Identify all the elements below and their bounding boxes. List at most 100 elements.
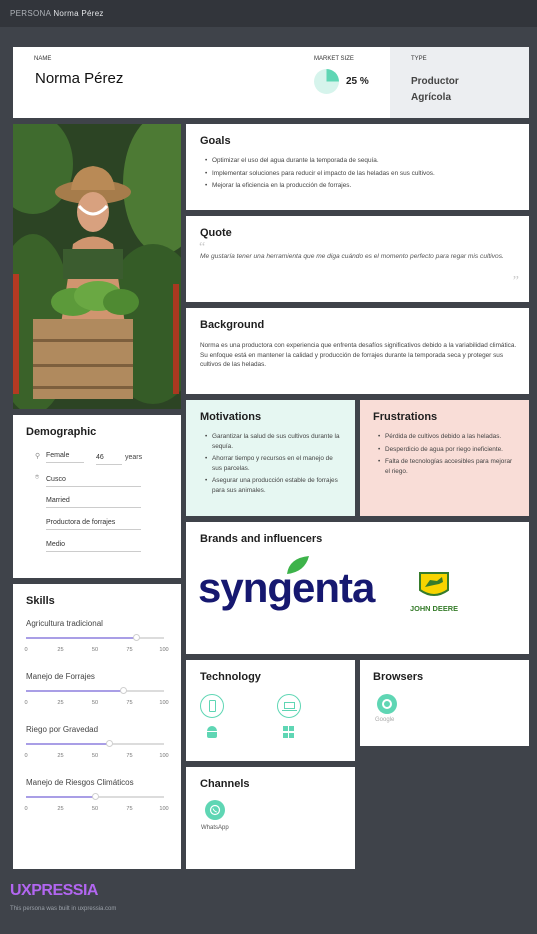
skill-tick-label: 100 bbox=[159, 647, 169, 653]
skills-title: Skills bbox=[26, 595, 55, 607]
skill-tick-label: 0 bbox=[24, 806, 28, 812]
farmer-photo-illustration bbox=[13, 124, 181, 409]
frustrations-card: Frustrations Pérdida de cultivos debido … bbox=[360, 400, 529, 516]
john-deere-logo[interactable]: JOHN DEERE bbox=[398, 558, 470, 620]
skill-label: Riego por Gravedad bbox=[26, 725, 99, 734]
type-panel: TYPE Productor Agrícola bbox=[390, 47, 529, 118]
skill-tick-label: 25 bbox=[57, 700, 64, 706]
age-unit: years bbox=[125, 454, 143, 461]
skill-tick-label: 25 bbox=[57, 753, 64, 759]
channels-card: Channels WhatsApp bbox=[186, 767, 355, 869]
skill-label: Manejo de Riesgos Climáticos bbox=[26, 778, 134, 787]
skill-slider-handle[interactable] bbox=[105, 740, 113, 747]
persona-full-name[interactable]: Norma Pérez bbox=[35, 70, 123, 87]
skill-tick-label: 75 bbox=[126, 753, 133, 759]
close-quote-icon: ” bbox=[512, 274, 519, 289]
uxpressia-logo[interactable]: UXPRESSIA bbox=[10, 882, 98, 900]
motivations-list: Garantizar la salud de sus cultivos dura… bbox=[202, 432, 342, 499]
browser-label: Google bbox=[375, 717, 395, 723]
type-value-line1: Productor bbox=[411, 76, 459, 87]
demographic-title: Demographic bbox=[26, 426, 97, 438]
type-value-line2: Agrícola bbox=[411, 92, 452, 103]
skill-tick-label: 100 bbox=[159, 753, 169, 759]
gender-icon: ⚲ bbox=[35, 453, 41, 460]
technology-card: Technology bbox=[186, 660, 355, 761]
location-field[interactable]: Cusco bbox=[46, 476, 141, 487]
skill-tick-label: 25 bbox=[57, 806, 64, 812]
market-size-value: 25 % bbox=[346, 76, 369, 87]
name-label: NAME bbox=[34, 56, 52, 62]
skill-slider[interactable] bbox=[26, 793, 164, 800]
skill-slider[interactable] bbox=[26, 687, 164, 694]
syngenta-logo[interactable]: syngenta bbox=[198, 554, 393, 616]
market-size-label: MARKET SIZE bbox=[314, 56, 354, 62]
brands-title: Brands and influencers bbox=[200, 533, 323, 545]
skill-slider[interactable] bbox=[26, 740, 164, 747]
skill-tick-label: 50 bbox=[91, 753, 99, 759]
income-field[interactable]: Medio bbox=[46, 541, 141, 552]
skill-slider-handle[interactable] bbox=[119, 687, 127, 694]
browsers-card: Browsers Google bbox=[360, 660, 529, 746]
skill-tick-label: 50 bbox=[91, 647, 99, 653]
footer-note[interactable]: This persona was built in uxpressia.com bbox=[10, 906, 116, 912]
age-field[interactable]: 46 bbox=[96, 454, 122, 465]
marital-status-field[interactable]: Married bbox=[46, 497, 141, 508]
market-size-pie-icon bbox=[314, 69, 339, 94]
skill-tick-label: 75 bbox=[126, 700, 133, 706]
skill-tick-label: 0 bbox=[24, 647, 28, 653]
channels-title: Channels bbox=[200, 778, 250, 790]
windows-icon[interactable] bbox=[283, 726, 295, 738]
skill-tick-label: 0 bbox=[24, 753, 28, 759]
skill-tick-label: 50 bbox=[91, 700, 99, 706]
persona-photo bbox=[13, 124, 181, 409]
quote-card: Quote “ Me gustaría tener una herramient… bbox=[186, 216, 529, 302]
background-card: Background Norma es una productora con e… bbox=[186, 308, 529, 394]
browsers-title: Browsers bbox=[373, 671, 424, 683]
technology-title: Technology bbox=[200, 671, 261, 683]
skill-slider[interactable] bbox=[26, 634, 164, 641]
background-title: Background bbox=[200, 319, 265, 331]
laptop-icon[interactable] bbox=[277, 694, 301, 718]
motivations-card: Motivations Garantizar la salud de sus c… bbox=[186, 400, 355, 516]
channel-label: WhatsApp bbox=[201, 825, 229, 831]
demographic-card: Demographic ⚲ Female 46 years ⌾ Cusco Ma… bbox=[13, 415, 181, 578]
goals-list: Optimizar el uso del agua durante la tem… bbox=[202, 156, 517, 194]
frustrations-title: Frustrations bbox=[373, 411, 438, 423]
quote-text: Me gustaría tener una herramienta que me… bbox=[200, 253, 504, 260]
motivations-item: Asegurar una producción estable de forra… bbox=[202, 476, 342, 495]
skill-tick-label: 75 bbox=[126, 806, 133, 812]
brands-card: Brands and influencers syngenta JOHN DEE… bbox=[186, 522, 529, 654]
occupation-field[interactable]: Productora de forrajes bbox=[46, 519, 141, 530]
john-deere-wordmark: JOHN DEERE bbox=[409, 604, 459, 613]
skill-slider-handle[interactable] bbox=[92, 793, 99, 800]
skill-tick-label: 100 bbox=[159, 700, 169, 706]
motivations-item: Ahorrar tiempo y recursos en el manejo d… bbox=[202, 454, 342, 473]
location-icon: ⌾ bbox=[35, 474, 40, 481]
frustrations-item: Falta de tecnologías accesibles para mej… bbox=[375, 457, 515, 476]
header-card: NAME Norma Pérez MARKET SIZE 25 % TYPE P… bbox=[13, 47, 529, 118]
goals-card: Goals Optimizar el uso del agua durante … bbox=[186, 124, 529, 210]
skill-slider-fill bbox=[26, 637, 137, 639]
goals-item: Implementar soluciones para reducir el i… bbox=[202, 169, 517, 179]
skill-slider-fill bbox=[26, 743, 109, 745]
persona-label: PERSONA bbox=[10, 9, 51, 18]
gender-field[interactable]: Female bbox=[46, 452, 84, 463]
type-label: TYPE bbox=[411, 56, 427, 62]
goals-item: Optimizar el uso del agua durante la tem… bbox=[202, 156, 517, 166]
skill-tick-label: 75 bbox=[126, 647, 133, 653]
goals-item: Mejorar la eficiencia en la producción d… bbox=[202, 181, 517, 191]
frustrations-item: Pérdida de cultivos debido a las heladas… bbox=[375, 432, 515, 442]
whatsapp-icon[interactable] bbox=[205, 800, 225, 820]
syngenta-wordmark: syngenta bbox=[198, 564, 375, 611]
skill-slider-handle[interactable] bbox=[133, 634, 141, 641]
frustrations-item: Desperdicio de agua por riego ineficient… bbox=[375, 445, 515, 455]
android-icon[interactable] bbox=[206, 726, 218, 738]
mobile-icon[interactable] bbox=[200, 694, 224, 718]
deer-icon bbox=[419, 572, 449, 596]
top-bar: PERSONA Norma Pérez bbox=[0, 0, 537, 27]
skill-tick-label: 100 bbox=[159, 806, 169, 812]
skill-tick-label: 50 bbox=[91, 806, 99, 812]
skill-slider-fill bbox=[26, 690, 123, 692]
chrome-icon[interactable] bbox=[377, 694, 397, 714]
quote-title: Quote bbox=[200, 227, 232, 239]
